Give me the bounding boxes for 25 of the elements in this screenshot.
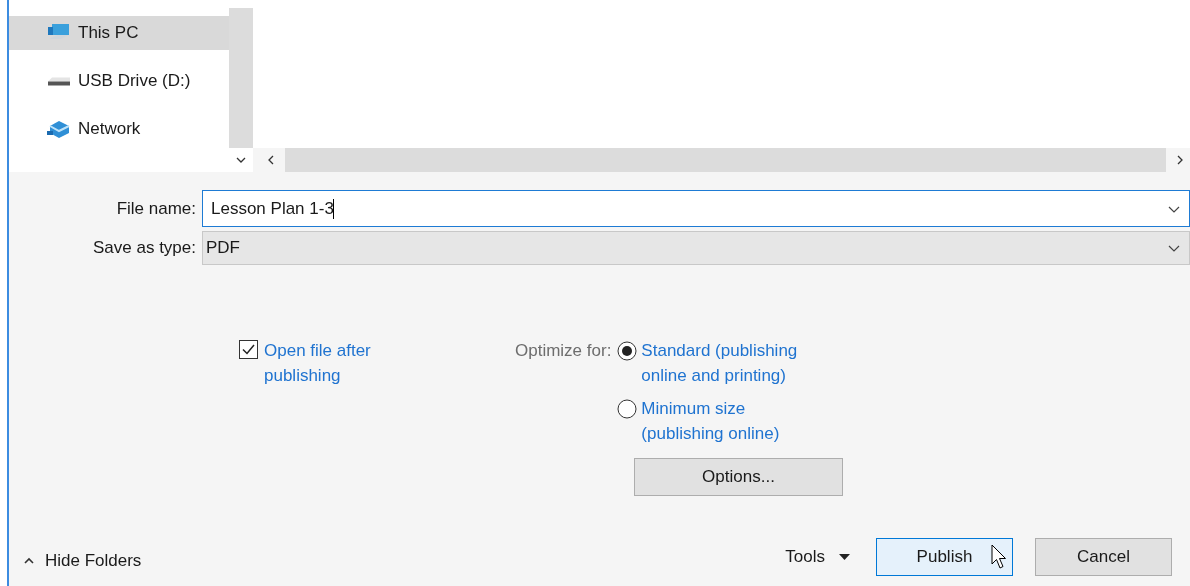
drive-icon xyxy=(47,76,71,86)
optimize-label: Optimize for: xyxy=(515,340,612,362)
checkbox-label[interactable]: Open file after publishing xyxy=(264,338,394,388)
checkbox[interactable] xyxy=(239,340,258,359)
options-button[interactable]: Options... xyxy=(634,458,843,496)
field-label: Save as type: xyxy=(92,237,197,260)
save-type-dropdown[interactable]: PDF xyxy=(202,231,1190,265)
nav-item[interactable]: This PC xyxy=(9,16,229,50)
dropdown-arrow-icon xyxy=(839,553,850,561)
tools-button[interactable]: Tools xyxy=(785,544,850,570)
radio-button[interactable] xyxy=(617,341,638,361)
nav-item[interactable]: Network xyxy=(9,112,229,146)
cursor-icon xyxy=(991,544,1007,570)
nav-item[interactable]: USB Drive (D:) xyxy=(9,64,229,98)
dialog-button[interactable]: Cancel xyxy=(1035,538,1172,576)
chevron-down-icon xyxy=(1167,243,1181,253)
radio-label[interactable]: Minimum size (publishing online) xyxy=(641,396,822,446)
radio-button[interactable] xyxy=(617,399,638,419)
dialog-button[interactable]: Publish xyxy=(876,538,1013,576)
hide-folders-button[interactable]: Hide Folders xyxy=(23,548,142,574)
radio-label[interactable]: Standard (publishing online and printing) xyxy=(641,338,822,388)
field-label: File name: xyxy=(115,197,197,220)
file-name-field[interactable]: Lesson Plan 1-3 xyxy=(202,190,1190,227)
network-icon xyxy=(47,118,71,140)
chevron-up-icon xyxy=(23,556,35,566)
